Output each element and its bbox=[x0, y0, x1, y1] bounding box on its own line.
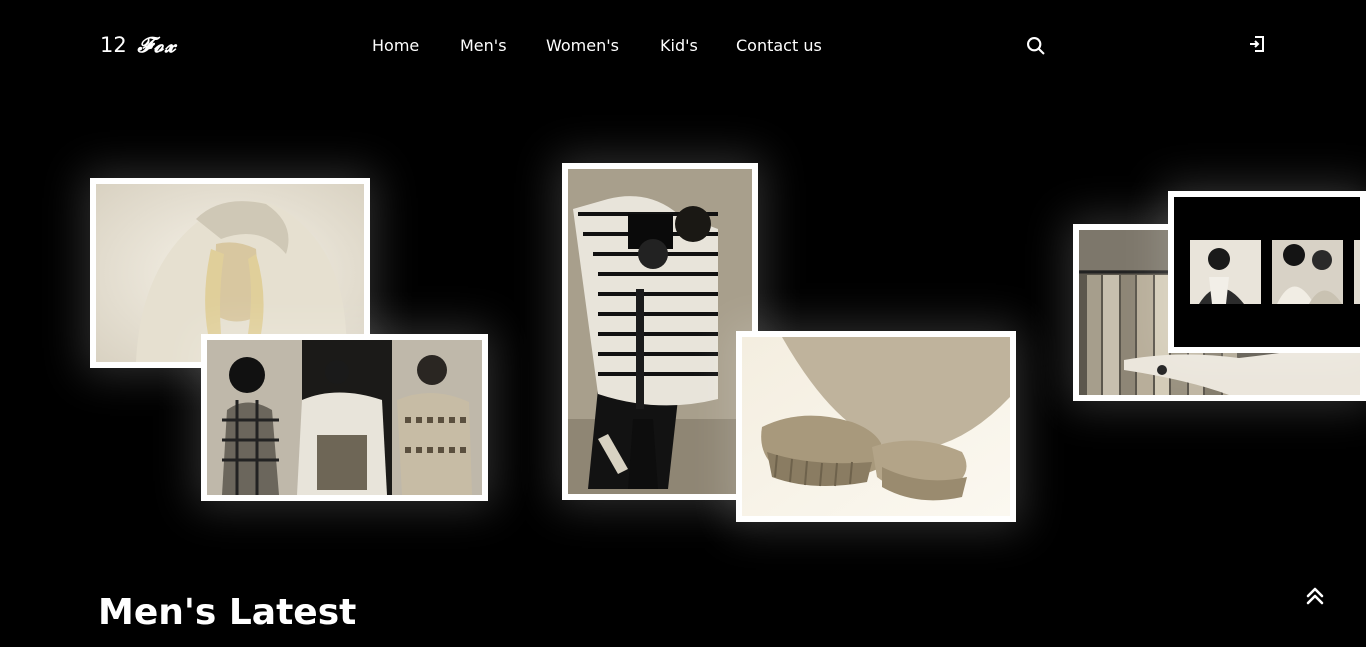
nav-item-home[interactable]: Home bbox=[372, 36, 419, 55]
nav-item-womens[interactable]: Women's bbox=[546, 36, 619, 55]
thumbnails-strip-photo[interactable] bbox=[1168, 191, 1366, 353]
logout-icon bbox=[1250, 36, 1264, 52]
search-button[interactable] bbox=[1025, 35, 1046, 60]
scroll-to-top-button[interactable] bbox=[1302, 582, 1328, 612]
sweatshirt-cuffs-image bbox=[742, 337, 1010, 516]
group-streetwear-image bbox=[207, 340, 482, 495]
brand-logo[interactable]: 12 𝓕𝓸𝔁 bbox=[100, 32, 177, 58]
sweatshirt-cuffs-photo[interactable] bbox=[736, 331, 1016, 522]
brand-name: 𝓕𝓸𝔁 bbox=[137, 32, 177, 57]
group-streetwear-photo[interactable] bbox=[201, 334, 488, 501]
photographer-image bbox=[568, 169, 752, 494]
logout-button[interactable] bbox=[1247, 34, 1267, 58]
nav-item-kids[interactable]: Kid's bbox=[660, 36, 698, 55]
search-icon bbox=[1027, 37, 1045, 55]
brand-number: 12 bbox=[100, 33, 127, 57]
nav-item-contact[interactable]: Contact us bbox=[736, 36, 822, 55]
photographer-striped-shirt-photo[interactable] bbox=[562, 163, 758, 500]
nav-item-mens[interactable]: Men's bbox=[460, 36, 507, 55]
thumbnails-strip-image bbox=[1174, 197, 1360, 347]
section-title: Men's Latest bbox=[98, 592, 357, 633]
double-chevron-up-icon bbox=[1306, 587, 1324, 605]
